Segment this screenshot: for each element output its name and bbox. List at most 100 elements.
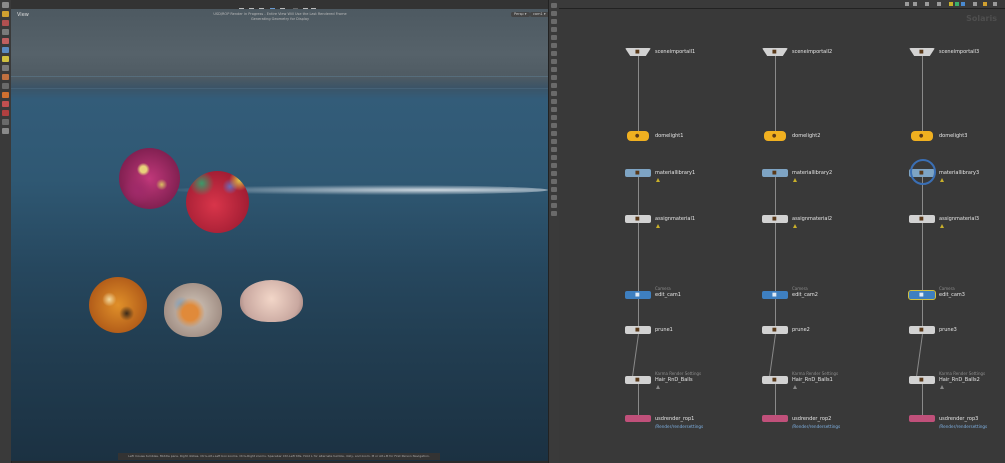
node-label: assignmaterial2 (792, 216, 833, 222)
display-option-icon[interactable] (551, 51, 557, 56)
display-option-icon[interactable] (551, 147, 557, 152)
import-node-icon: ■ (919, 49, 924, 55)
render-flag-icon (961, 2, 965, 6)
display-option-icon[interactable] (551, 123, 557, 128)
display-option-icon[interactable] (551, 115, 557, 120)
display-option-icon[interactable] (551, 83, 557, 88)
flag-icon (949, 2, 953, 6)
move-tool-icon[interactable] (2, 11, 9, 17)
node-label: usdrender_rop3 (939, 416, 979, 422)
scene-viewport[interactable] (11, 9, 548, 461)
network-toolbar-icons[interactable] (903, 0, 1003, 8)
display-option-icon[interactable] (551, 139, 557, 144)
render-tool-icon[interactable] (2, 128, 9, 134)
node-label: edit_cam2 (792, 292, 818, 298)
cam-node-icon: ■ (635, 292, 640, 298)
pose-tool-icon[interactable] (2, 47, 9, 53)
viewport-top-toolbar (11, 0, 548, 13)
display-option-icon[interactable] (551, 171, 557, 176)
brush-tool-icon[interactable] (2, 74, 9, 80)
display-option-icon[interactable] (551, 27, 557, 32)
node-wire (638, 177, 639, 293)
display-option-icon[interactable] (551, 163, 557, 168)
display-option-icon[interactable] (551, 75, 557, 80)
render-settings-path[interactable]: /Render/rendersettings (939, 424, 987, 429)
snap-tool-icon[interactable] (2, 92, 9, 98)
light-node-icon: ● (635, 133, 640, 139)
display-option-icon[interactable] (551, 35, 557, 40)
node-rop[interactable] (625, 415, 651, 422)
node-label: Hair_RnD_Balls2 (939, 377, 980, 383)
node-flag-icon (793, 224, 797, 228)
light-node-icon: ● (772, 133, 777, 139)
camera-tool-icon[interactable] (2, 65, 9, 71)
node-rop[interactable] (762, 415, 788, 422)
display-option-icon[interactable] (551, 99, 557, 104)
display-option-icon[interactable] (551, 59, 557, 64)
display-option-icon[interactable] (551, 67, 557, 72)
display-option-icon[interactable] (551, 203, 557, 208)
node-wire (922, 56, 923, 134)
node-rop[interactable] (909, 415, 935, 422)
viewport-status-bar: Left mouse tumbles. Middle pans. Right d… (118, 453, 440, 460)
assign-node-icon: ■ (919, 216, 924, 222)
node-flag-icon (656, 178, 660, 182)
display-option-icon[interactable] (551, 3, 557, 8)
display-option-icon[interactable] (551, 107, 557, 112)
fur-ball-white-orange (164, 283, 222, 337)
node-label: prune2 (792, 327, 810, 333)
display-option-icon[interactable] (551, 195, 557, 200)
paint-tool-icon[interactable] (2, 101, 9, 107)
assign-node-icon: ■ (635, 216, 640, 222)
rotate-tool-icon[interactable] (2, 20, 9, 26)
select-tool-icon[interactable] (2, 2, 9, 8)
horizon-line (11, 76, 548, 77)
node-label: Hair_RnD_Balls (655, 377, 693, 383)
display-option-icon[interactable] (551, 43, 557, 48)
settings-node-icon: ■ (919, 377, 924, 383)
prune-node-icon: ■ (772, 327, 777, 333)
display-option-icon[interactable] (551, 11, 557, 16)
node-wire (775, 384, 776, 416)
handle-tool-icon[interactable] (2, 38, 9, 44)
light-node-icon: ● (919, 133, 924, 139)
display-tool-icon[interactable] (2, 119, 9, 125)
render-settings-path[interactable]: /Render/rendersettings (655, 424, 703, 429)
display-option-icon[interactable] (551, 187, 557, 192)
display-option-icon[interactable] (551, 211, 557, 216)
ground-edge (11, 88, 548, 89)
display-option-icon[interactable] (551, 131, 557, 136)
scale-tool-icon[interactable] (2, 29, 9, 35)
matlib-node-icon: ■ (919, 170, 924, 176)
node-type-label: Karma Render Settings (792, 371, 839, 376)
display-option-icon[interactable] (551, 91, 557, 96)
node-label: materiallibrary2 (792, 170, 833, 176)
display-option-icon[interactable] (551, 179, 557, 184)
node-label: Hair_RnD_Balls1 (792, 377, 833, 383)
render-settings-path[interactable]: /Render/rendersettings (792, 424, 840, 429)
import-node-icon: ■ (635, 49, 640, 55)
node-wire (775, 177, 776, 293)
node-wire (775, 299, 776, 328)
camera-select-button[interactable]: cam1 ▾ (530, 12, 549, 17)
network-menubar: Add Edit Go View Tools Layout Labs Help (559, 0, 1005, 16)
node-flag-icon (940, 224, 944, 228)
context-label: Solaris (966, 14, 997, 23)
node-label: domelight3 (939, 133, 968, 139)
settings-node-icon: ■ (772, 377, 777, 383)
assign-node-icon: ■ (772, 216, 777, 222)
cam-node-icon: ■ (772, 292, 777, 298)
view-tool-icon[interactable] (2, 83, 9, 89)
node-label: prune3 (939, 327, 957, 333)
node-label: materiallibrary1 (655, 170, 696, 176)
node-flag-icon (793, 178, 797, 182)
display-option-icon[interactable] (551, 19, 557, 24)
magnet-tool-icon[interactable] (2, 110, 9, 116)
display-option-icon[interactable] (551, 155, 557, 160)
camera-menu-button[interactable]: Persp ▾ (511, 12, 530, 17)
help-icon (993, 2, 997, 6)
node-wire (922, 384, 923, 416)
network-editor[interactable]: Solaris (559, 9, 1005, 463)
node-wire (638, 56, 639, 134)
light-tool-icon[interactable] (2, 56, 9, 62)
